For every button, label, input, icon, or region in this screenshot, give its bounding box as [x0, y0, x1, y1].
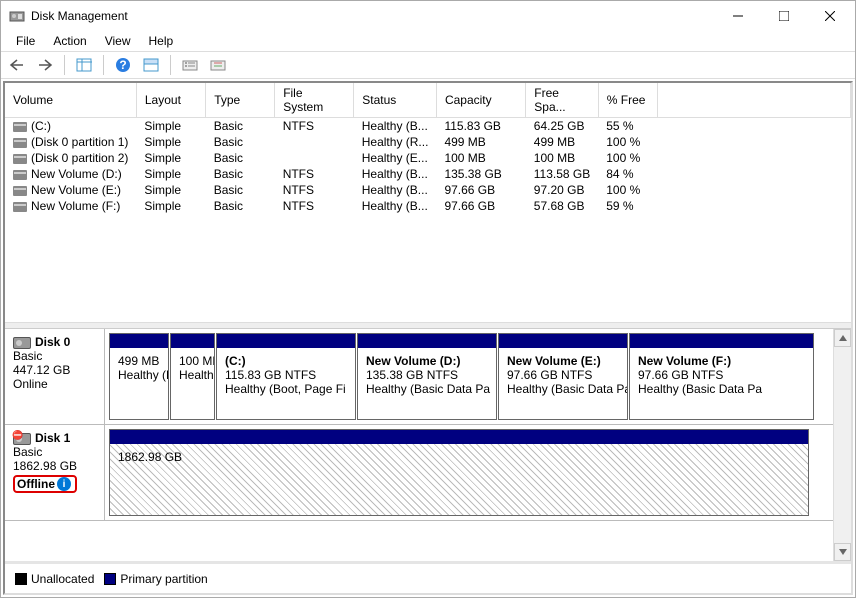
legend: Unallocated Primary partition	[5, 561, 851, 593]
disk-meta[interactable]: Disk 0Basic447.12 GBOnline	[5, 329, 105, 424]
partition[interactable]: New Volume (E:)97.66 GB NTFSHealthy (Bas…	[498, 333, 628, 420]
menu-view[interactable]: View	[96, 32, 140, 50]
partition-header	[630, 334, 813, 348]
forward-button[interactable]	[33, 54, 57, 76]
toolbar: ?	[1, 51, 855, 79]
toolbar-separator	[103, 55, 104, 75]
legend-unallocated: Unallocated	[15, 572, 94, 586]
volume-icon	[13, 122, 27, 132]
volume-icon	[13, 138, 27, 148]
disk-icon	[13, 337, 31, 349]
column-type[interactable]: Type	[206, 83, 275, 118]
column-volume[interactable]: Volume	[5, 83, 136, 118]
titlebar: Disk Management	[1, 1, 855, 31]
column-layout[interactable]: Layout	[136, 83, 205, 118]
unallocated-swatch	[15, 573, 27, 585]
partition-header	[110, 334, 168, 348]
disk-scroll[interactable]: Disk 0Basic447.12 GBOnline499 MBHealthy …	[5, 329, 833, 561]
volume-row[interactable]: New Volume (D:)SimpleBasicNTFSHealthy (B…	[5, 166, 851, 182]
disk-management-window: Disk Management File Action View Help ? …	[0, 0, 856, 598]
volume-row[interactable]: (Disk 0 partition 1)SimpleBasicHealthy (…	[5, 134, 851, 150]
column-free-spa-[interactable]: Free Spa...	[526, 83, 598, 118]
toolbar-separator	[170, 55, 171, 75]
toolbar-separator	[64, 55, 65, 75]
partition[interactable]: New Volume (F:)97.66 GB NTFSHealthy (Bas…	[629, 333, 814, 420]
volume-row[interactable]: (Disk 0 partition 2)SimpleBasicHealthy (…	[5, 150, 851, 166]
disk-map-pane: Disk 0Basic447.12 GBOnline499 MBHealthy …	[5, 329, 851, 561]
partition[interactable]: 100 MBHealth	[170, 333, 215, 420]
partition-header	[499, 334, 627, 348]
legend-primary: Primary partition	[104, 572, 207, 586]
disk-status: Online	[13, 377, 96, 391]
partition[interactable]: 499 MBHealthy (R	[109, 333, 169, 420]
disk-icon	[13, 433, 31, 445]
volume-row[interactable]: New Volume (E:)SimpleBasicNTFSHealthy (B…	[5, 182, 851, 198]
disk-row: Disk 1Basic1862.98 GBOfflinei1862.98 GB	[5, 425, 833, 521]
volume-table: VolumeLayoutTypeFile SystemStatusCapacit…	[5, 83, 851, 214]
disk-row: Disk 0Basic447.12 GBOnline499 MBHealthy …	[5, 329, 833, 425]
info-icon[interactable]: i	[57, 477, 71, 491]
partition-body: New Volume (E:)97.66 GB NTFSHealthy (Bas…	[499, 348, 627, 419]
view-top-button[interactable]	[139, 54, 163, 76]
offline-status-badge: Offlinei	[13, 475, 77, 493]
primary-swatch	[104, 573, 116, 585]
content-area: VolumeLayoutTypeFile SystemStatusCapacit…	[3, 81, 853, 595]
svg-text:?: ?	[119, 58, 126, 72]
partition-body: 499 MBHealthy (R	[110, 348, 168, 419]
close-button[interactable]	[807, 1, 853, 31]
disk-partitions: 1862.98 GB	[105, 425, 833, 520]
disk-name: Disk 0	[13, 335, 96, 349]
action-list-button[interactable]	[178, 54, 202, 76]
volume-icon	[13, 202, 27, 212]
partition[interactable]: (C:)115.83 GB NTFSHealthy (Boot, Page Fi	[216, 333, 356, 420]
partition-header	[217, 334, 355, 348]
partition-body: New Volume (D:)135.38 GB NTFSHealthy (Ba…	[358, 348, 496, 419]
volume-row[interactable]: (C:)SimpleBasicNTFSHealthy (B...115.83 G…	[5, 118, 851, 135]
disk-name: Disk 1	[13, 431, 96, 445]
show-hide-button[interactable]	[72, 54, 96, 76]
disk-size: 1862.98 GB	[13, 459, 96, 473]
minimize-button[interactable]	[715, 1, 761, 31]
maximize-button[interactable]	[761, 1, 807, 31]
partition-header	[358, 334, 496, 348]
help-button[interactable]: ?	[111, 54, 135, 76]
partition-body: New Volume (F:)97.66 GB NTFSHealthy (Bas…	[630, 348, 813, 419]
partition[interactable]: New Volume (D:)135.38 GB NTFSHealthy (Ba…	[357, 333, 497, 420]
disk-partitions: 499 MBHealthy (R100 MBHealth(C:)115.83 G…	[105, 329, 833, 424]
back-button[interactable]	[5, 54, 29, 76]
window-title: Disk Management	[31, 9, 715, 23]
disk-meta[interactable]: Disk 1Basic1862.98 GB Offlinei	[5, 425, 105, 520]
menu-help[interactable]: Help	[140, 32, 183, 50]
settings-button[interactable]	[206, 54, 230, 76]
partition-body: 100 MBHealth	[171, 348, 214, 419]
column-file-system[interactable]: File System	[275, 83, 354, 118]
vertical-scrollbar[interactable]	[833, 329, 851, 561]
volume-row[interactable]: New Volume (F:)SimpleBasicNTFSHealthy (B…	[5, 198, 851, 214]
partition-body: 1862.98 GB	[110, 444, 808, 515]
scroll-down-button[interactable]	[834, 543, 851, 561]
partition-header	[171, 334, 214, 348]
menubar: File Action View Help	[1, 31, 855, 51]
disk-type: Basic	[13, 349, 96, 363]
column-capacity[interactable]: Capacity	[436, 83, 525, 118]
partition-header	[110, 430, 808, 444]
volume-list-pane[interactable]: VolumeLayoutTypeFile SystemStatusCapacit…	[5, 83, 851, 323]
volume-headers[interactable]: VolumeLayoutTypeFile SystemStatusCapacit…	[5, 83, 851, 118]
volume-icon	[13, 154, 27, 164]
volume-icon	[13, 186, 27, 196]
disk-type: Basic	[13, 445, 96, 459]
menu-action[interactable]: Action	[44, 32, 95, 50]
partition[interactable]: 1862.98 GB	[109, 429, 809, 516]
volume-icon	[13, 170, 27, 180]
partition-body: (C:)115.83 GB NTFSHealthy (Boot, Page Fi	[217, 348, 355, 419]
column--free[interactable]: % Free	[598, 83, 658, 118]
menu-file[interactable]: File	[7, 32, 44, 50]
app-icon	[9, 8, 25, 24]
column-status[interactable]: Status	[354, 83, 437, 118]
scroll-up-button[interactable]	[834, 329, 851, 347]
disk-size: 447.12 GB	[13, 363, 96, 377]
